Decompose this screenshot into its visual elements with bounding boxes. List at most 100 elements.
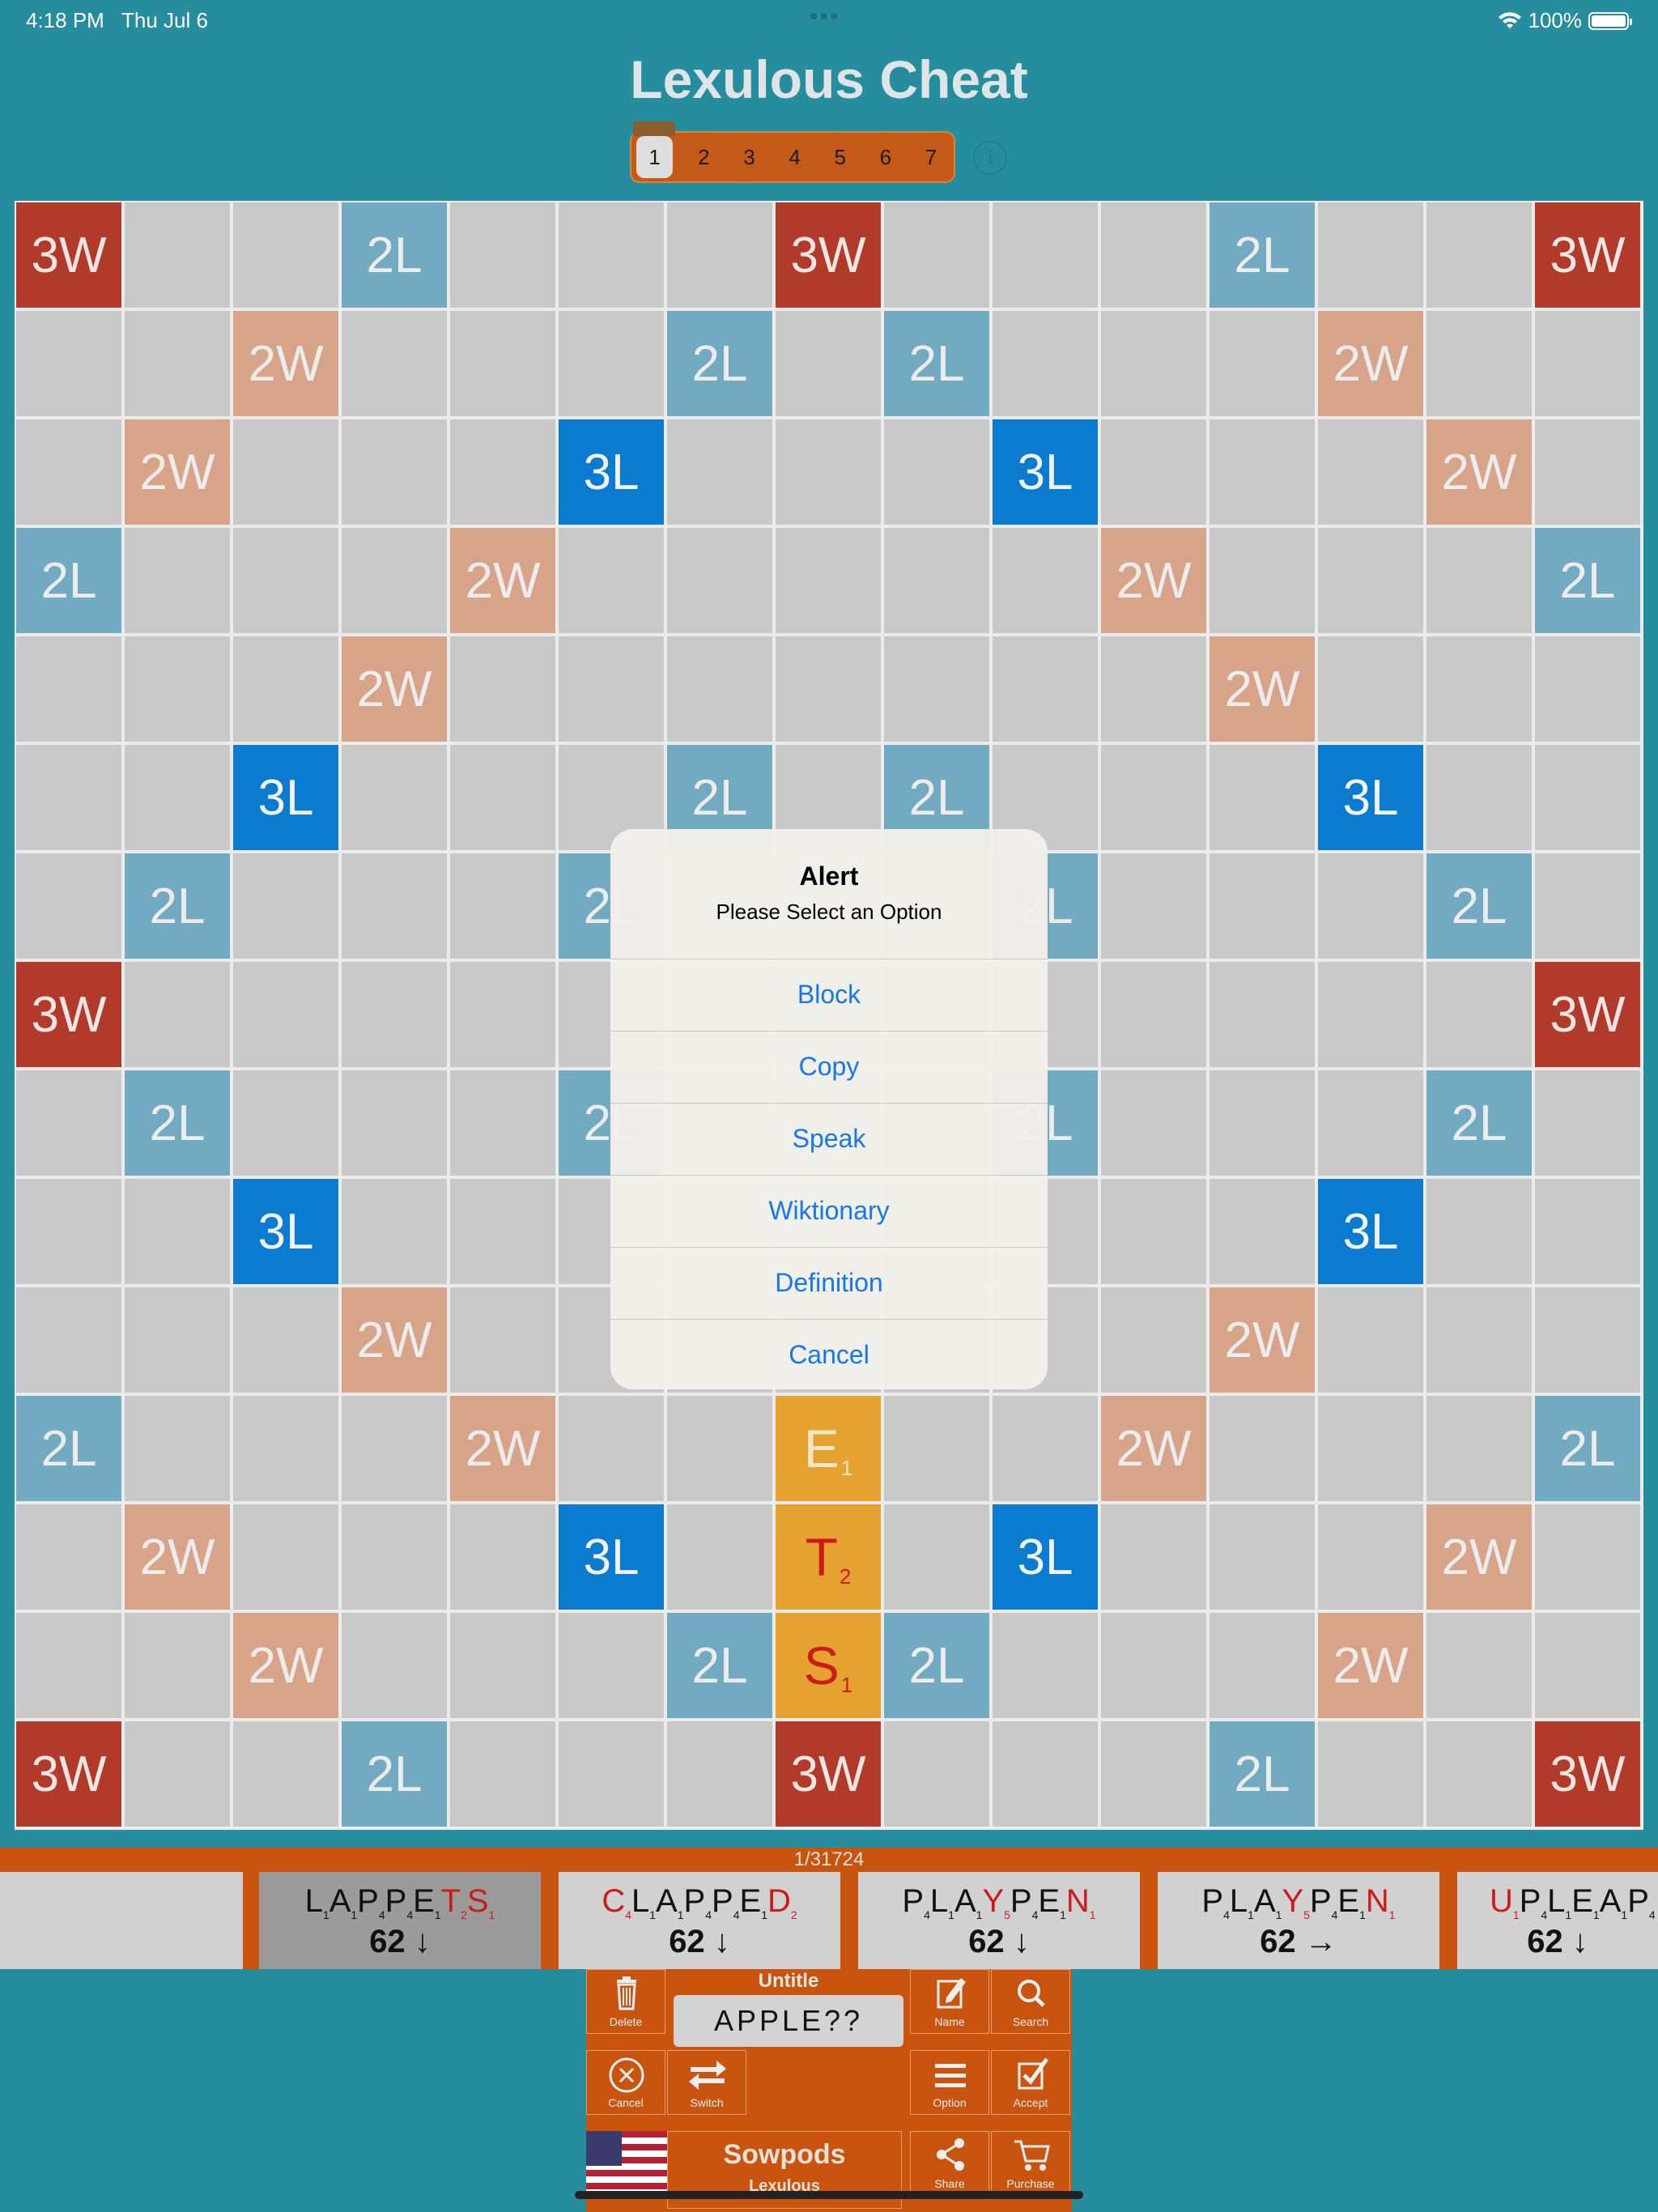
board-square[interactable] xyxy=(1535,1287,1640,1393)
board-square[interactable] xyxy=(667,1396,772,1501)
delete-button[interactable]: Delete xyxy=(586,1969,665,2034)
board-square[interactable] xyxy=(125,1287,230,1393)
bonus-square-3w[interactable]: 3W xyxy=(776,1721,881,1827)
bonus-square-2l[interactable]: 2L xyxy=(1209,1721,1315,1827)
result-card[interactable]: L1A1P4P4E1T2S1 62 ↓ xyxy=(259,1872,541,1969)
board-square[interactable] xyxy=(1101,745,1206,850)
board-square[interactable] xyxy=(1101,1179,1206,1284)
letter-tile[interactable]: E1 xyxy=(776,1396,881,1501)
board-square[interactable] xyxy=(450,202,555,308)
result-card[interactable]: P4L1A1Y5P4E1N1 62 ↓ xyxy=(858,1872,1140,1969)
board-square[interactable] xyxy=(450,311,555,416)
option-button[interactable]: Option xyxy=(910,2050,989,2115)
bonus-square-2l[interactable]: 2L xyxy=(16,1396,121,1501)
board-square[interactable] xyxy=(233,636,338,742)
bonus-square-3w[interactable]: 3W xyxy=(1535,962,1640,1067)
board-square[interactable] xyxy=(1318,636,1423,742)
board-square[interactable] xyxy=(450,1179,555,1284)
board-square[interactable] xyxy=(667,202,772,308)
board-tab-5[interactable]: 5 xyxy=(818,136,863,178)
board-square[interactable] xyxy=(884,202,989,308)
board-square[interactable] xyxy=(16,853,121,959)
letter-tile[interactable]: T2 xyxy=(776,1504,881,1610)
board-square[interactable] xyxy=(342,853,447,959)
board-square[interactable] xyxy=(1535,636,1640,742)
board-square[interactable] xyxy=(993,202,1098,308)
alert-cancel-button[interactable]: Cancel xyxy=(610,1319,1048,1389)
board-square[interactable] xyxy=(342,1613,447,1718)
board-square[interactable] xyxy=(342,419,447,525)
bonus-square-2w[interactable]: 2W xyxy=(450,1396,555,1501)
switch-button[interactable]: Switch xyxy=(667,2050,746,2115)
board-square[interactable] xyxy=(884,528,989,633)
board-square[interactable] xyxy=(1318,1070,1423,1176)
board-square[interactable] xyxy=(125,1721,230,1827)
board-square[interactable] xyxy=(16,1070,121,1176)
board-square[interactable] xyxy=(1535,1070,1640,1176)
board-square[interactable] xyxy=(16,745,121,850)
board-square[interactable] xyxy=(884,636,989,742)
board-square[interactable] xyxy=(450,636,555,742)
board-square[interactable] xyxy=(993,1613,1098,1718)
board-square[interactable] xyxy=(1101,853,1206,959)
bonus-square-2l[interactable]: 2L xyxy=(125,853,230,959)
bonus-square-2l[interactable]: 2L xyxy=(1209,202,1315,308)
board-square[interactable] xyxy=(1209,311,1315,416)
board-square[interactable] xyxy=(667,636,772,742)
board-square[interactable] xyxy=(884,1396,989,1501)
bonus-square-3w[interactable]: 3W xyxy=(16,202,121,308)
board-square[interactable] xyxy=(1318,853,1423,959)
board-square[interactable] xyxy=(776,528,881,633)
board-square[interactable] xyxy=(1209,853,1315,959)
board-square[interactable] xyxy=(1318,1721,1423,1827)
board-square[interactable] xyxy=(16,311,121,416)
us-flag-icon[interactable] xyxy=(586,2131,667,2196)
board-square[interactable] xyxy=(559,528,664,633)
board-square[interactable] xyxy=(125,745,230,850)
board-square[interactable] xyxy=(1318,419,1423,525)
board-square[interactable] xyxy=(1318,962,1423,1067)
board-square[interactable] xyxy=(667,1504,772,1610)
bonus-square-3l[interactable]: 3L xyxy=(559,1504,664,1610)
board-square[interactable] xyxy=(16,1179,121,1284)
board-square[interactable] xyxy=(1426,636,1532,742)
board-square[interactable] xyxy=(1209,528,1315,633)
bonus-square-2w[interactable]: 2W xyxy=(342,636,447,742)
board-tab-3[interactable]: 3 xyxy=(726,136,772,178)
alert-copy-button[interactable]: Copy xyxy=(610,1031,1048,1103)
board-square[interactable] xyxy=(993,1721,1098,1827)
board-square[interactable] xyxy=(450,1287,555,1393)
board-square[interactable] xyxy=(342,962,447,1067)
board-square[interactable] xyxy=(233,1396,338,1501)
board-square[interactable] xyxy=(1535,419,1640,525)
board-square[interactable] xyxy=(342,311,447,416)
board-square[interactable] xyxy=(559,202,664,308)
board-square[interactable] xyxy=(1535,745,1640,850)
board-square[interactable] xyxy=(450,853,555,959)
bonus-square-2w[interactable]: 2W xyxy=(1209,1287,1315,1393)
letter-tile[interactable]: S1 xyxy=(776,1613,881,1718)
board-square[interactable] xyxy=(233,962,338,1067)
multitasking-dots[interactable]: ••• xyxy=(810,3,840,31)
board-square[interactable] xyxy=(233,1721,338,1827)
alert-speak-button[interactable]: Speak xyxy=(610,1103,1048,1175)
board-square[interactable] xyxy=(559,1396,664,1501)
board-square[interactable] xyxy=(16,1287,121,1393)
alert-definition-button[interactable]: Definition xyxy=(610,1247,1048,1319)
board-square[interactable] xyxy=(125,636,230,742)
board-tab-4[interactable]: 4 xyxy=(772,136,818,178)
bonus-square-2w[interactable]: 2W xyxy=(1426,419,1532,525)
bonus-square-3l[interactable]: 3L xyxy=(559,419,664,525)
bonus-square-2w[interactable]: 2W xyxy=(1101,528,1206,633)
board-square[interactable] xyxy=(884,419,989,525)
board-square[interactable] xyxy=(125,311,230,416)
board-square[interactable] xyxy=(342,1504,447,1610)
board-square[interactable] xyxy=(1426,1287,1532,1393)
board-square[interactable] xyxy=(1318,528,1423,633)
board-square[interactable] xyxy=(1318,1504,1423,1610)
board-square[interactable] xyxy=(1209,745,1315,850)
board-square[interactable] xyxy=(1101,1504,1206,1610)
board-square[interactable] xyxy=(342,528,447,633)
bonus-square-2l[interactable]: 2L xyxy=(884,311,989,416)
board-square[interactable] xyxy=(450,1613,555,1718)
